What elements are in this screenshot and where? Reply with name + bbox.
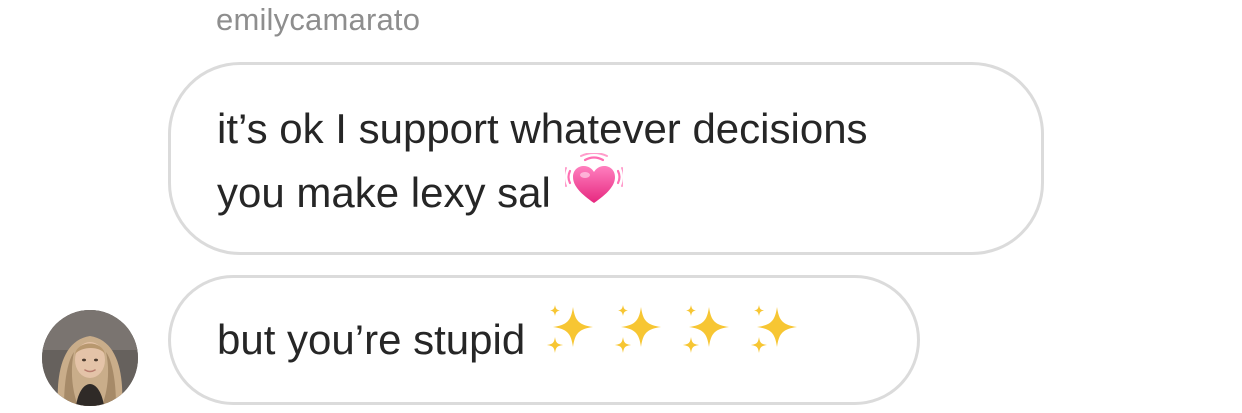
sparkles-icon-group [543,301,805,377]
sparkles-icon [679,301,737,377]
sender-username: emilycamarato [216,2,421,37]
user-avatar-image [42,310,138,406]
message-thread: emilycamarato it’s ok I support whatever… [0,0,1242,413]
message-bubble[interactable]: it’s ok I support whatever decisions you… [168,62,1044,255]
message-text-line: it’s ok I support whatever decisions [217,105,868,152]
message-bubble[interactable]: but you’re stupid [168,275,920,405]
sparkles-icon [611,301,669,377]
sparkles-icon [543,301,601,377]
message-text-line: you make lexy sal [217,169,551,216]
message-text-line-with-emoji: but you’re stupid [217,304,877,377]
message-text-line-with-emoji: you make lexy sal [217,151,1001,229]
sparkles-icon [747,301,805,377]
message-text-line: but you’re stupid [217,316,526,363]
beating-heart-icon [562,151,625,229]
avatar[interactable] [42,310,138,406]
